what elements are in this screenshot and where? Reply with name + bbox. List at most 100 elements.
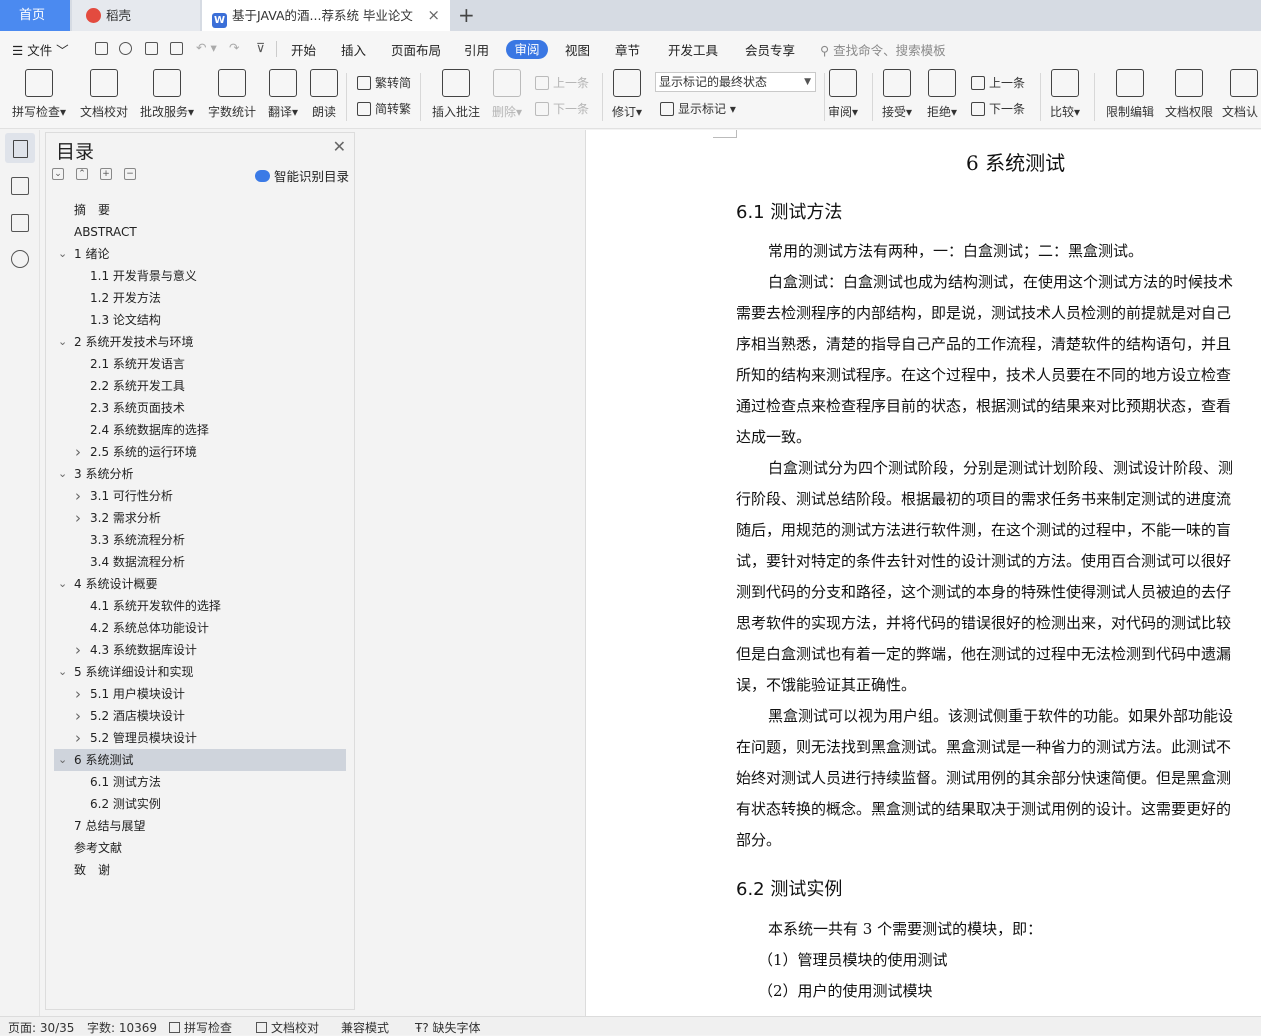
status-spell-check[interactable]: 拼写检查 (169, 1019, 232, 1036)
track-changes-button[interactable]: 修订▾ (610, 69, 644, 120)
save-icon[interactable] (95, 42, 108, 55)
toc-item[interactable]: › 5.2 管理员模块设计 (54, 727, 346, 749)
toc-item[interactable]: › 3.1 可行性分析 (54, 485, 346, 507)
next-change-button[interactable]: 下一条 (971, 100, 1025, 117)
document-page[interactable]: 6 系统测试 6.1 测试方法 6.2 测试实例 常用的测试方法有两种，一：白盒… (585, 130, 1261, 1016)
word-count-button[interactable]: 字数统计 (206, 69, 258, 120)
chapter-nav-icon[interactable] (11, 177, 29, 195)
toc-item[interactable]: 3.4 数据流程分析 (54, 551, 346, 573)
chevron-right-icon[interactable]: › (75, 683, 81, 705)
command-search[interactable]: ⚲ 查找命令、搜索模板 (820, 40, 946, 59)
toc-item[interactable]: ⌄ 6 系统测试 (54, 749, 346, 771)
undo-icon[interactable]: ↶ ▾ (196, 40, 217, 55)
toc-item[interactable]: 7 总结与展望 (54, 815, 346, 837)
status-proofread[interactable]: 文档校对 (256, 1019, 319, 1036)
new-tab-button[interactable]: + (458, 0, 475, 30)
bookmark-icon[interactable] (11, 214, 29, 232)
toc-item[interactable]: 1.3 论文结构 (54, 309, 346, 331)
doc-certify-button[interactable]: 文档认 (1222, 69, 1261, 120)
remove-heading-icon[interactable]: − (124, 168, 136, 180)
tab-home[interactable]: 首页 (0, 0, 70, 31)
menu-review[interactable]: 审阅 (506, 40, 548, 59)
insert-comment-button[interactable]: 插入批注 (430, 69, 482, 120)
toc-item[interactable]: 4.1 系统开发软件的选择 (54, 595, 346, 617)
chevron-right-icon[interactable]: › (75, 639, 81, 661)
read-aloud-button[interactable]: 朗读 (310, 69, 338, 120)
chevron-down-icon[interactable]: ⌄ (58, 573, 67, 595)
toc-item[interactable]: ⌄ 5 系统详细设计和实现 (54, 661, 346, 683)
chevron-down-icon[interactable]: ⌄ (58, 243, 67, 265)
toc-item[interactable]: ABSTRACT (54, 221, 346, 243)
chevron-down-icon[interactable]: ⌄ (58, 661, 67, 683)
close-tab-icon[interactable]: × (427, 0, 440, 31)
toc-item[interactable]: 6.1 测试方法 (54, 771, 346, 793)
trad-to-simp-button[interactable]: 繁转简 (357, 74, 411, 91)
tab-docer[interactable]: 稻壳 (72, 0, 200, 31)
toc-item[interactable]: 2.3 系统页面技术 (54, 397, 346, 419)
chevron-down-icon[interactable]: ⌄ (58, 331, 67, 353)
toc-item[interactable]: ⌄ 3 系统分析 (54, 463, 346, 485)
menu-member[interactable]: 会员专享 (745, 40, 795, 59)
missing-fonts[interactable]: Ŧ? 缺失字体 (415, 1019, 481, 1036)
accept-button[interactable]: 接受▾ (880, 69, 914, 120)
annotate-service-button[interactable]: 批改服务▾ (138, 69, 196, 120)
chevron-right-icon[interactable]: › (75, 705, 81, 727)
prev-change-button[interactable]: 上一条 (971, 74, 1025, 91)
chevron-right-icon[interactable]: › (75, 441, 81, 463)
menu-insert[interactable]: 插入 (341, 40, 366, 59)
export-icon[interactable] (119, 42, 132, 55)
chevron-down-icon[interactable]: ⌄ (58, 463, 67, 485)
prev-comment-button[interactable]: 上一条 (535, 74, 589, 91)
markup-mode-select[interactable]: 显示标记的最终状态 ▼ (655, 72, 816, 92)
show-markup-button[interactable]: 显示标记 ▾ (660, 100, 736, 117)
page-indicator[interactable]: 页面: 30/35 (8, 1019, 74, 1036)
review-pane-button[interactable]: 审阅▾ (826, 69, 860, 120)
file-menu[interactable]: ☰ 文件 ﹀ (12, 40, 69, 59)
add-heading-icon[interactable]: + (100, 168, 112, 180)
toc-item[interactable]: › 2.5 系统的运行环境 (54, 441, 346, 463)
menu-view[interactable]: 视图 (565, 40, 590, 59)
simp-to-trad-button[interactable]: 简转繁 (357, 100, 411, 117)
toc-item[interactable]: 参考文献 (54, 837, 346, 859)
next-comment-button[interactable]: 下一条 (535, 100, 589, 117)
tab-document[interactable]: W 基于JAVA的酒...荐系统 毕业论文 × (202, 0, 450, 31)
delete-comment-button[interactable]: 删除▾ (490, 69, 524, 120)
toc-item[interactable]: 2.4 系统数据库的选择 (54, 419, 346, 441)
toc-item[interactable]: › 3.2 需求分析 (54, 507, 346, 529)
menu-developer[interactable]: 开发工具 (668, 40, 718, 59)
chevron-down-icon[interactable]: ⌄ (58, 749, 67, 771)
smart-toc-button[interactable]: 智能识别目录 (254, 166, 349, 185)
menu-references[interactable]: 引用 (464, 40, 489, 59)
toc-item[interactable]: › 5.2 酒店模块设计 (54, 705, 346, 727)
toc-item[interactable]: 1.2 开发方法 (54, 287, 346, 309)
menu-chapter[interactable]: 章节 (615, 40, 640, 59)
chevron-right-icon[interactable]: › (75, 485, 81, 507)
toc-panel-icon[interactable] (5, 133, 35, 163)
toc-item[interactable]: 6.2 测试实例 (54, 793, 346, 815)
toc-item[interactable]: 3.3 系统流程分析 (54, 529, 346, 551)
spell-check-button[interactable]: 拼写检查▾ (10, 69, 68, 120)
menu-start[interactable]: 开始 (291, 40, 316, 59)
reject-button[interactable]: 拒绝▾ (925, 69, 959, 120)
toc-item[interactable]: › 5.1 用户模块设计 (54, 683, 346, 705)
toc-item[interactable]: 摘 要 (54, 199, 346, 221)
word-count-indicator[interactable]: 字数: 10369 (87, 1019, 157, 1036)
search-icon[interactable] (11, 250, 29, 268)
toc-item[interactable]: 1.1 开发背景与意义 (54, 265, 346, 287)
toc-item[interactable]: ⌄ 1 绪论 (54, 243, 346, 265)
close-icon[interactable]: ✕ (333, 137, 346, 156)
chevron-right-icon[interactable]: › (75, 507, 81, 529)
redo-icon[interactable]: ↷ (229, 40, 239, 55)
print-icon[interactable] (145, 42, 158, 55)
doc-permissions-button[interactable]: 文档权限 (1163, 69, 1215, 120)
toc-item[interactable]: ⌄ 4 系统设计概要 (54, 573, 346, 595)
toc-item[interactable]: 致 谢 (54, 859, 346, 881)
compare-button[interactable]: 比较▾ (1048, 69, 1082, 120)
toc-item[interactable]: 4.2 系统总体功能设计 (54, 617, 346, 639)
toc-item[interactable]: › 4.3 系统数据库设计 (54, 639, 346, 661)
menu-page-layout[interactable]: 页面布局 (391, 40, 441, 59)
collapse-all-icon[interactable]: ⌃ (76, 168, 88, 180)
toc-item[interactable]: ⌄ 2 系统开发技术与环境 (54, 331, 346, 353)
customize-icon[interactable]: ⊽ (256, 40, 265, 55)
toc-item[interactable]: 2.2 系统开发工具 (54, 375, 346, 397)
